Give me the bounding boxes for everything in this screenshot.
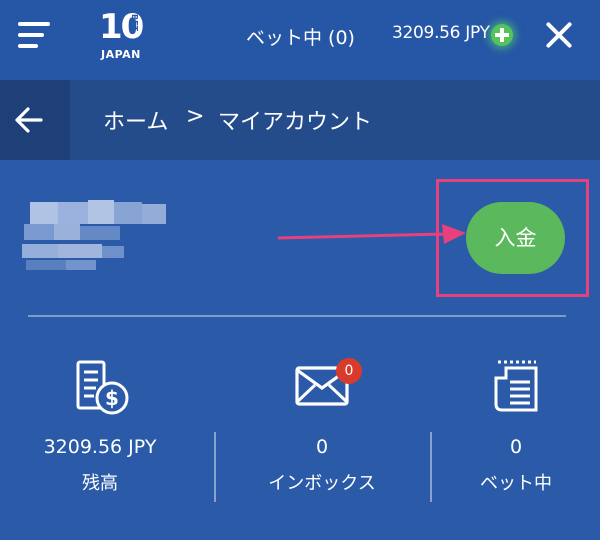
stat-inbox[interactable]: 0 インボックス [232,352,412,495]
section-divider [28,315,566,317]
breadcrumb-home[interactable]: ホーム [103,104,168,136]
header-balance: 3209.56 JPY [392,23,490,43]
breadcrumb: ホーム > マイアカウント [0,80,600,160]
breadcrumb-current: マイアカウント [218,110,373,135]
breadcrumb-separator: > [186,104,205,129]
stat-active-bets[interactable]: 0 ベット中 [426,352,600,495]
balance-icon: $ [76,360,129,415]
bet-slip-icon [494,360,538,412]
back-button[interactable] [0,80,70,160]
stat-balance-label: 残高 [82,473,118,494]
stat-bets-value: 0 [509,436,523,458]
stat-balance[interactable]: $ 3209.56 JPY 残高 [10,352,190,495]
top-bar: 10 BET JAPAN ベット中 (0) 3209.56 JPY [0,0,600,80]
stat-bets-label: ベット中 [480,473,552,494]
svg-text:$: $ [105,386,119,410]
hamburger-menu-icon[interactable] [18,22,50,48]
arrow-left-icon [15,107,43,133]
stat-separator [214,432,216,502]
close-icon[interactable] [545,21,573,49]
add-funds-button[interactable] [491,24,513,46]
logo-japan-text: JAPAN [101,48,141,61]
inbox-badge: 0 [336,358,362,384]
stat-balance-value: 3209.56 JPY [43,436,157,458]
blurred-user-info [18,196,178,286]
brand-logo[interactable]: 10 BET JAPAN [97,8,153,64]
stat-inbox-value: 0 [315,436,329,458]
stat-inbox-label: インボックス [268,473,376,494]
active-bets-link[interactable]: ベット中 (0) [246,23,355,50]
logo-bet-text: BET [130,14,139,32]
deposit-button[interactable]: 入金 [466,202,565,274]
